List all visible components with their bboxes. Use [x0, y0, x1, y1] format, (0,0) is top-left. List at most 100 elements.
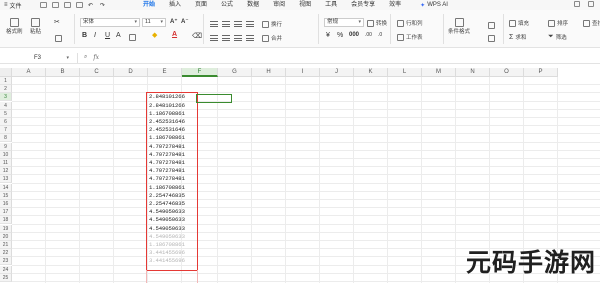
row-header-3[interactable]: 3 — [0, 93, 12, 102]
align-center-icon[interactable] — [222, 35, 230, 41]
row-header-13[interactable]: 13 — [0, 175, 12, 184]
column-header-p[interactable]: P — [524, 68, 558, 77]
wrap-text-button[interactable]: 换行 — [262, 20, 282, 28]
align-left-icon[interactable] — [210, 35, 218, 41]
row-header-8[interactable]: 8 — [0, 134, 12, 143]
row-header-6[interactable]: 6 — [0, 118, 12, 126]
percent-icon[interactable]: % — [337, 32, 343, 39]
align-top-icon[interactable] — [210, 21, 218, 27]
row-header-25[interactable]: 25 — [0, 273, 12, 282]
increase-font-icon[interactable]: A⁺ — [170, 18, 178, 25]
align-middle-icon[interactable] — [222, 21, 230, 27]
row-header-12[interactable]: 12 — [0, 167, 12, 176]
cut-icon[interactable]: ✂ — [54, 18, 60, 26]
border-icon[interactable] — [129, 34, 136, 41]
thousands-icon[interactable]: 000 — [349, 32, 359, 38]
tab-insert[interactable]: 插入 — [162, 0, 188, 10]
tab-formula[interactable]: 公式 — [214, 0, 240, 10]
tab-tools[interactable]: 工具 — [318, 0, 344, 10]
sort-button[interactable]: 排序 — [548, 19, 568, 27]
tab-data[interactable]: 数据 — [240, 0, 266, 10]
row-header-10[interactable]: 10 — [0, 150, 12, 159]
column-header-e[interactable]: E — [148, 68, 182, 77]
merge-button[interactable]: 合并 — [262, 34, 282, 42]
copy-icon[interactable] — [55, 35, 62, 42]
tab-view[interactable]: 视图 — [292, 0, 318, 10]
decrease-decimal-icon[interactable]: .0 — [378, 32, 382, 38]
export-icon[interactable] — [52, 2, 59, 8]
column-header-o[interactable]: O — [490, 68, 524, 77]
zoom-icon[interactable]: ⌕ — [84, 54, 87, 61]
format-painter-button[interactable]: 格式刷 — [6, 18, 23, 35]
row-header-17[interactable]: 17 — [0, 208, 12, 217]
sum-button[interactable]: Σ 求和 — [509, 33, 526, 42]
column-header-a[interactable]: A — [12, 68, 46, 77]
underline-icon[interactable]: U — [105, 32, 110, 39]
justify-icon[interactable] — [246, 35, 254, 41]
column-header-f[interactable]: F — [182, 68, 218, 77]
row-header-21[interactable]: 21 — [0, 241, 12, 249]
tab-efficiency[interactable]: 效率 — [382, 0, 408, 10]
row-header-23[interactable]: 23 — [0, 257, 12, 266]
row-header-15[interactable]: 15 — [0, 191, 12, 200]
print-icon[interactable] — [64, 2, 71, 8]
table-style-icon[interactable] — [488, 35, 495, 42]
collapse-icon[interactable] — [588, 1, 594, 7]
row-header-20[interactable]: 20 — [0, 232, 12, 241]
italic-icon[interactable]: I — [94, 32, 96, 39]
column-header-c[interactable]: C — [80, 68, 114, 77]
increase-decimal-icon[interactable]: .00 — [365, 32, 372, 38]
row-header-1[interactable]: 1 — [0, 77, 12, 85]
worksheet-button[interactable]: 工作表 — [397, 33, 423, 41]
cell-style-icon[interactable] — [488, 22, 495, 29]
paste-button[interactable]: 粘贴 — [30, 18, 41, 35]
column-header-d[interactable]: D — [114, 68, 148, 77]
font-name-select[interactable]: 宋体 — [80, 18, 140, 27]
row-header-24[interactable]: 24 — [0, 265, 12, 274]
column-header-h[interactable]: H — [252, 68, 286, 77]
wps-ai-button[interactable]: ✦ WPS AI — [420, 2, 448, 9]
column-header-i[interactable]: I — [286, 68, 320, 77]
decrease-font-icon[interactable]: A⁻ — [181, 18, 189, 25]
find-button[interactable]: 查找 — [583, 19, 600, 27]
filter-button[interactable]: ⏷ 筛选 — [548, 33, 567, 41]
row-header-14[interactable]: 14 — [0, 183, 12, 192]
row-col-button[interactable]: 行和列 — [397, 19, 423, 27]
file-menu[interactable]: ≡ 文件 — [0, 1, 40, 10]
font-color-icon[interactable]: A — [172, 31, 177, 38]
font-size-select[interactable]: 11 — [142, 18, 166, 27]
clear-format-icon[interactable]: ⌫ — [192, 32, 202, 40]
column-header-n[interactable]: N — [456, 68, 490, 77]
formula-input[interactable] — [99, 53, 600, 63]
fill-button[interactable]: 填充 — [509, 19, 529, 27]
column-header-l[interactable]: L — [388, 68, 422, 77]
column-header-k[interactable]: K — [354, 68, 388, 77]
selected-cell-f3[interactable] — [196, 94, 232, 103]
undo-icon[interactable]: ↶ — [88, 2, 95, 9]
bold-icon[interactable]: B — [82, 32, 87, 39]
align-right-icon[interactable] — [234, 35, 242, 41]
column-header-b[interactable]: B — [46, 68, 80, 77]
row-header-11[interactable]: 11 — [0, 159, 12, 167]
preview-icon[interactable] — [76, 2, 83, 8]
column-header-j[interactable]: J — [320, 68, 354, 77]
row-header-22[interactable]: 22 — [0, 249, 12, 258]
tab-review[interactable]: 审阅 — [266, 0, 292, 10]
tab-member[interactable]: 会员专享 — [344, 0, 382, 10]
conditional-format-button[interactable]: 条件格式 — [448, 18, 470, 35]
tab-home[interactable]: 开始 — [136, 0, 163, 11]
row-header-4[interactable]: 4 — [0, 101, 12, 110]
fill-color-icon[interactable]: ◆ — [152, 31, 157, 39]
save-icon[interactable] — [40, 2, 47, 8]
convert-button[interactable]: 转换 — [367, 19, 387, 27]
row-header-9[interactable]: 9 — [0, 142, 12, 151]
number-format-select[interactable]: 常规 — [324, 18, 364, 27]
column-header-g[interactable]: G — [218, 68, 252, 77]
select-all-corner[interactable] — [0, 68, 12, 77]
name-box[interactable]: F3 — [0, 52, 78, 63]
tab-page[interactable]: 页面 — [188, 0, 214, 10]
redo-icon[interactable]: ↷ — [100, 2, 107, 9]
row-header-18[interactable]: 18 — [0, 216, 12, 225]
column-header-m[interactable]: M — [422, 68, 456, 77]
indent-icon[interactable] — [246, 21, 254, 27]
